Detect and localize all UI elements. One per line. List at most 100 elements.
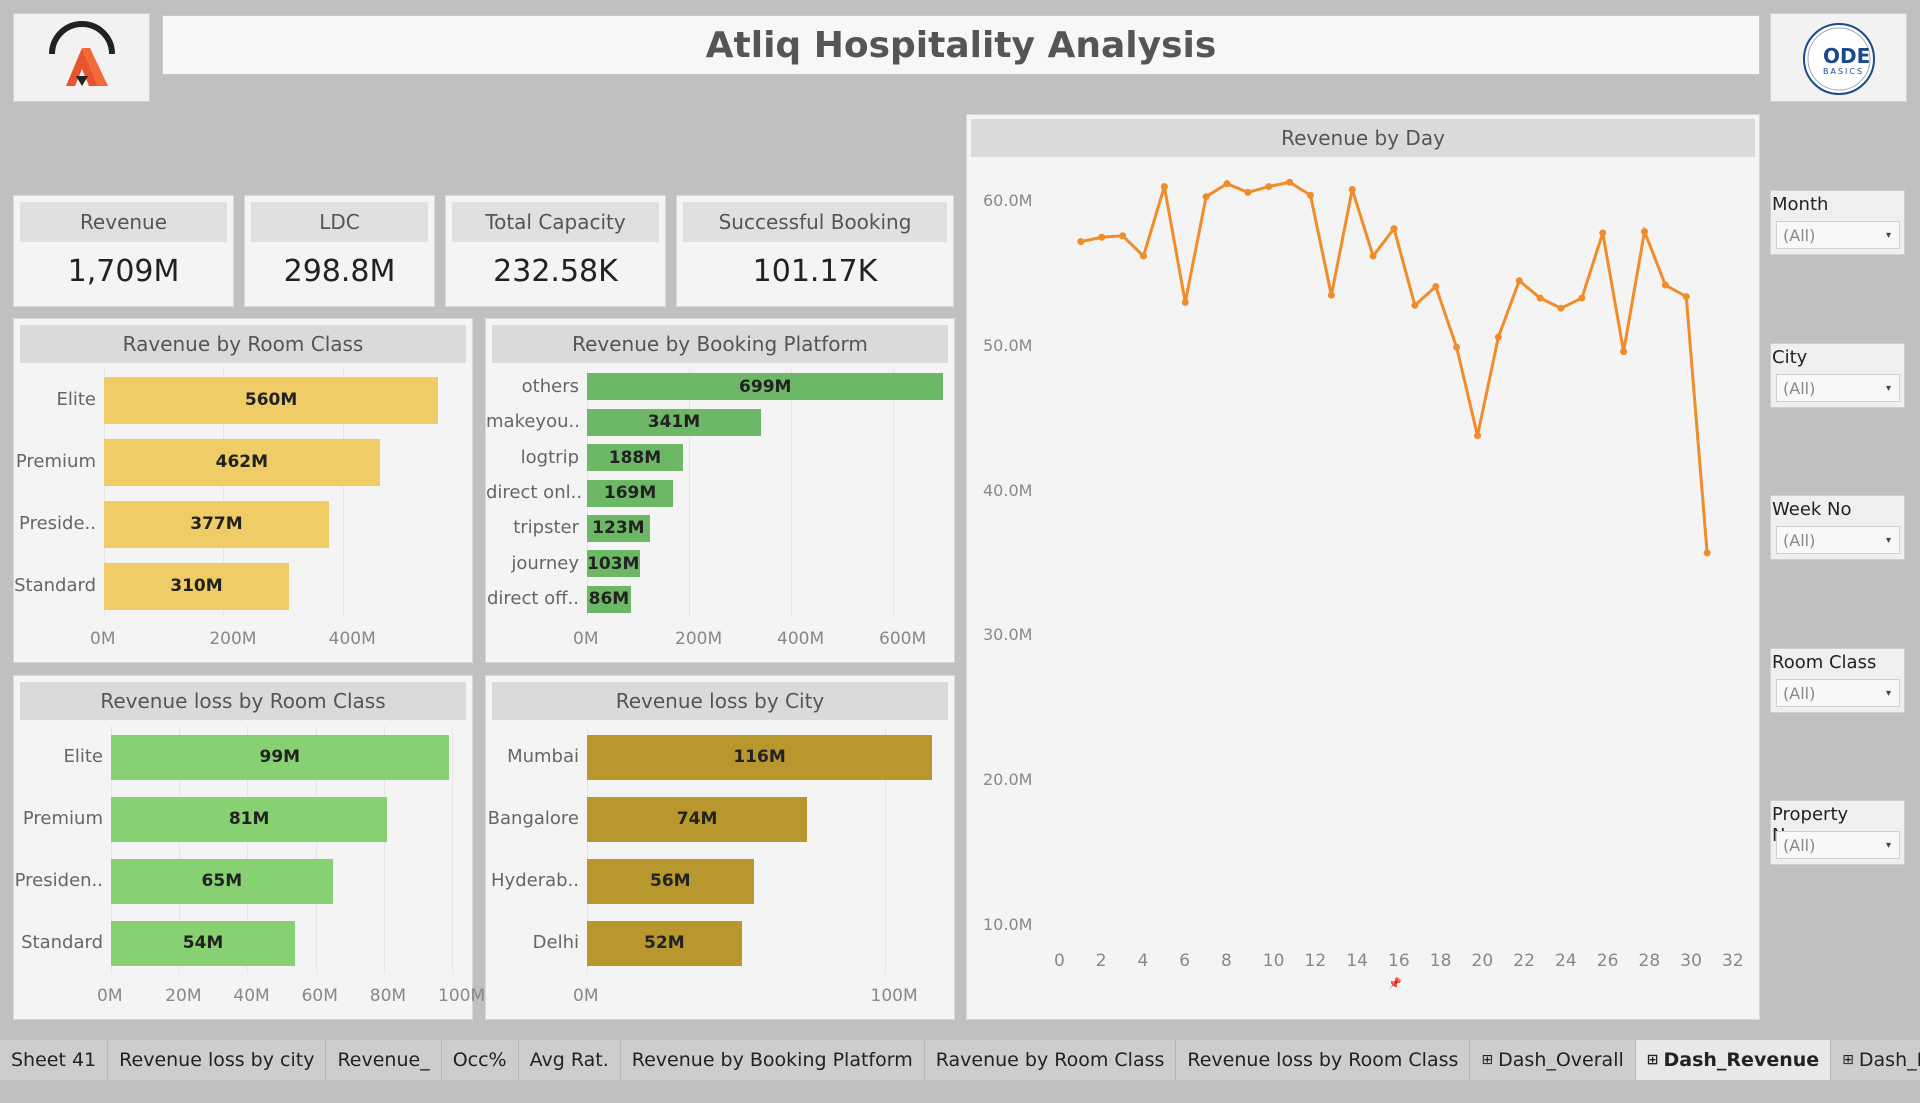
kpi-label: Revenue (20, 202, 227, 242)
tab-revenue-loss-by-room-class[interactable]: Revenue loss by Room Class (1176, 1040, 1471, 1080)
data-point[interactable] (1181, 298, 1189, 306)
dashboard-icon: ⊞ (1646, 1052, 1659, 1068)
codebasics-logo-box: ODE BASICS (1770, 13, 1907, 102)
x-tick-label: 0M (573, 629, 599, 649)
category-label: Standard (21, 932, 103, 953)
data-point[interactable] (1578, 294, 1586, 302)
data-point[interactable] (1160, 183, 1168, 191)
data-point[interactable] (1453, 343, 1461, 351)
bar: 123M (587, 514, 650, 542)
data-point[interactable] (1265, 183, 1273, 191)
data-point[interactable] (1286, 178, 1294, 186)
revenue-by-day-line-chart (1077, 178, 1711, 557)
gridline (791, 369, 792, 617)
title-bar: Atliq Hospitality Analysis (162, 15, 1760, 75)
data-point[interactable] (1307, 191, 1314, 199)
x-tick-label: 0M (97, 986, 123, 1006)
category-label: Delhi (532, 932, 579, 953)
chevron-down-icon: ▾ (1885, 230, 1891, 241)
tab-sheet-41[interactable]: Sheet 41 (0, 1040, 109, 1080)
chart-title: Ravenue by Room Class (20, 325, 466, 363)
data-point[interactable] (1620, 348, 1628, 356)
data-point[interactable] (1682, 293, 1690, 301)
category-label: makeyou.. (486, 411, 580, 433)
category-label: Mumbai (507, 746, 579, 767)
filter-room-class[interactable]: Room Class (All) ▾ (1770, 648, 1905, 713)
data-point[interactable] (1557, 304, 1565, 312)
data-point[interactable] (1515, 277, 1523, 285)
data-point[interactable] (1348, 185, 1356, 193)
category-label: direct off.. (486, 588, 579, 610)
data-point[interactable] (1411, 301, 1419, 309)
filter-dropdown[interactable]: (All) ▾ (1776, 679, 1900, 707)
filter-dropdown[interactable]: (All) ▾ (1776, 831, 1900, 859)
category-label: Standard (14, 575, 96, 596)
data-point[interactable] (1641, 227, 1648, 235)
category-label: Preside.. (19, 513, 96, 534)
filter-label: Month (1772, 194, 1829, 215)
data-point[interactable] (1599, 229, 1607, 237)
bar: 341M (587, 408, 761, 436)
filter-month[interactable]: Month (All) ▾ (1770, 190, 1905, 255)
bar: 65M (111, 858, 333, 904)
tab-dash-kpis[interactable]: ⊞Dash_KPI's (1831, 1040, 1920, 1080)
chevron-down-icon: ▾ (1885, 535, 1891, 546)
filter-dropdown[interactable]: (All) ▾ (1776, 374, 1900, 402)
data-point[interactable] (1390, 225, 1398, 233)
category-label: Premium (15, 451, 96, 472)
x-tick-label: 100M (438, 986, 486, 1006)
tab-revenue-loss-by-city[interactable]: Revenue loss by city (108, 1040, 327, 1080)
tab-ravenue-by-room-class[interactable]: Ravenue by Room Class (925, 1040, 1177, 1080)
data-point[interactable] (1098, 233, 1106, 241)
category-label: Presiden.. (14, 870, 103, 891)
filter-week-no[interactable]: Week No (All) ▾ (1770, 495, 1905, 560)
x-tick-label: 0M (90, 629, 116, 649)
data-point[interactable] (1202, 193, 1210, 201)
tab-dash-overall[interactable]: ⊞ Dash_Overall (1470, 1040, 1636, 1080)
atliq-logo-icon (49, 21, 115, 86)
category-label: Hyderab.. (491, 870, 579, 891)
kpi-label: Successful Booking (683, 202, 947, 242)
category-label: direct onl.. (486, 482, 583, 503)
data-point[interactable] (1474, 432, 1481, 440)
tab-occ[interactable]: Occ% (442, 1040, 519, 1080)
category-label: journey (511, 552, 579, 574)
category-label: Premium (22, 808, 103, 829)
sheet-tabs: Sheet 41 Revenue loss by city Revenue_ O… (0, 1040, 1920, 1080)
data-point[interactable] (1327, 291, 1335, 299)
x-tick-label: 200M (675, 629, 723, 649)
x-tick-label: 40M (233, 986, 270, 1006)
data-point[interactable] (1140, 252, 1147, 260)
category-label: others (521, 375, 579, 397)
data-point[interactable] (1432, 282, 1440, 290)
data-point[interactable] (1119, 232, 1127, 240)
x-tick-label: 400M (328, 629, 376, 649)
tab-avg-rat[interactable]: Avg Rat. (519, 1040, 621, 1080)
bar: 462M (104, 438, 380, 486)
data-point[interactable] (1369, 252, 1377, 260)
bar: 54M (111, 920, 296, 966)
tab-revenue-by-booking-platform[interactable]: Revenue by Booking Platform (621, 1040, 925, 1080)
tab-dash-revenue[interactable]: ⊞ Dash_Revenue (1635, 1040, 1832, 1080)
bar: 377M (104, 500, 329, 548)
data-point[interactable] (1661, 281, 1669, 289)
atliq-logo-box (13, 13, 150, 102)
data-point[interactable] (1223, 180, 1231, 188)
data-point[interactable] (1244, 188, 1252, 196)
filter-dropdown[interactable]: (All) ▾ (1776, 221, 1900, 249)
data-point[interactable] (1536, 294, 1544, 302)
revenue-by-booking-platform-panel: Revenue by Booking Platform others 699M mak… (485, 318, 955, 663)
filter-city[interactable]: City (All) ▾ (1770, 343, 1905, 408)
category-label: Elite (63, 746, 103, 767)
bar: 99M (111, 734, 449, 780)
filter-property-name[interactable]: Property Name (All)▾ (1770, 800, 1905, 865)
kpi-label: LDC (251, 202, 428, 242)
pin-icon[interactable]: 📌 (1388, 977, 1402, 990)
filter-label: Week No (1772, 499, 1852, 520)
chart-title: Revenue loss by City (492, 682, 948, 720)
data-point[interactable] (1077, 238, 1085, 246)
data-point[interactable] (1494, 333, 1502, 341)
tab-revenue[interactable]: Revenue_ (326, 1040, 442, 1080)
data-point[interactable] (1703, 549, 1711, 557)
filter-dropdown[interactable]: (All) ▾ (1776, 526, 1900, 554)
